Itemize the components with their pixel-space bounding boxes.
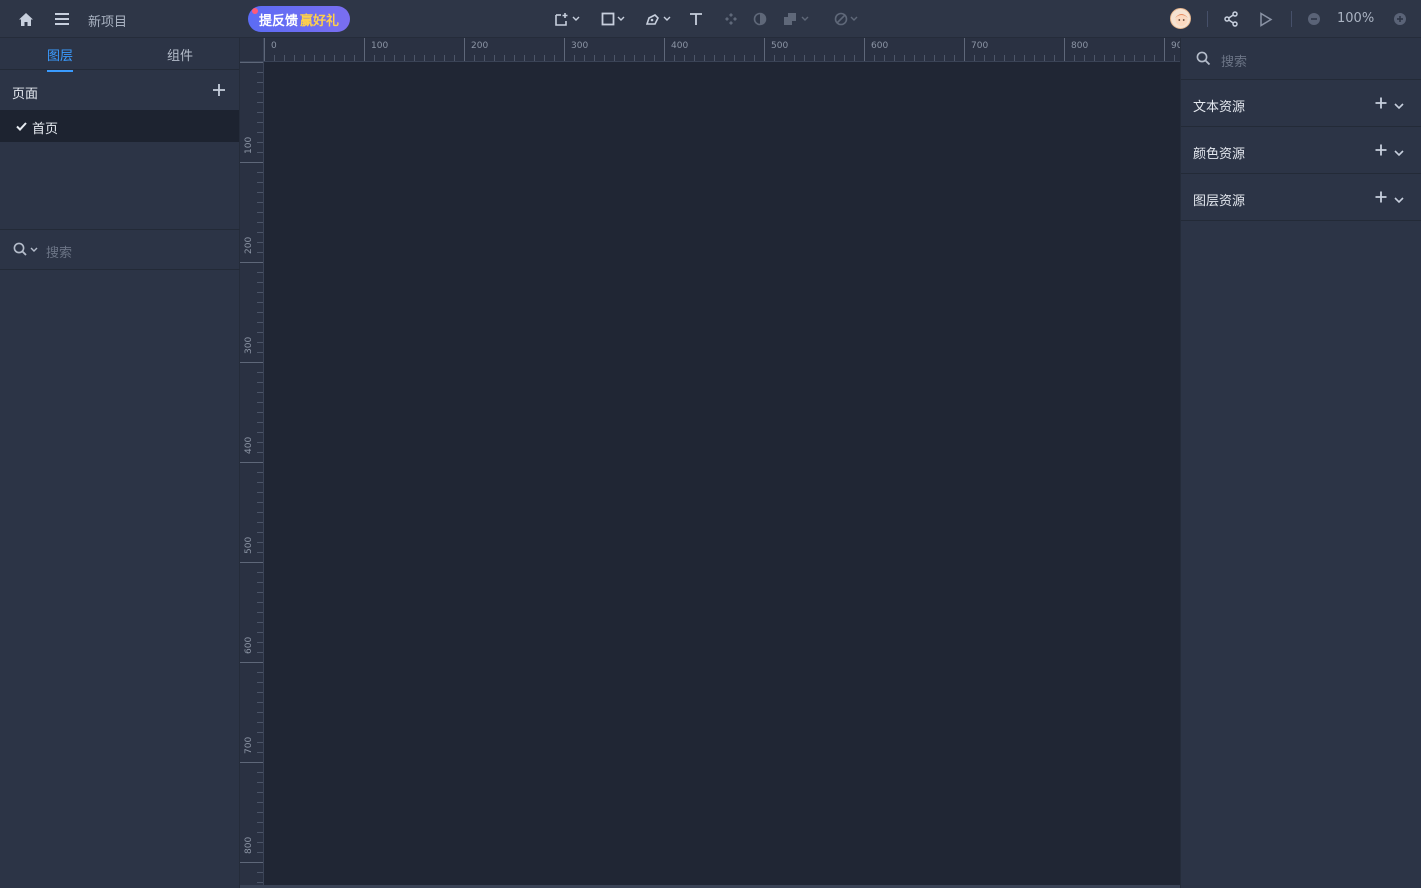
mask-tool-button[interactable] (751, 0, 769, 38)
toolbar-divider (1291, 11, 1292, 27)
resource-search[interactable]: 搜索 (1181, 38, 1421, 80)
add-icon[interactable] (1375, 97, 1387, 113)
resource-label: 文本资源 (1193, 100, 1246, 115)
chevron-down-icon[interactable] (1394, 99, 1404, 114)
text-tool-button[interactable] (687, 0, 705, 38)
chevron-down-icon (617, 16, 625, 21)
add-icon[interactable] (1375, 191, 1387, 207)
preview-button[interactable] (1257, 0, 1275, 38)
zoom-level[interactable]: 100% (1337, 11, 1374, 26)
ruler-label: 90 (1171, 41, 1180, 51)
boolean-tool-button[interactable] (780, 0, 812, 38)
artboard-icon (555, 13, 568, 26)
layers-panel: 图层 组件 页面 首页 搜索 (0, 38, 240, 888)
user-avatar[interactable] (1170, 8, 1191, 29)
ruler-label: 500 (244, 536, 254, 554)
minus-circle-icon (1308, 13, 1320, 25)
resource-label: 颜色资源 (1193, 147, 1246, 162)
shape-tool-button[interactable] (597, 0, 629, 38)
chevron-down-icon[interactable] (1394, 146, 1404, 161)
search-icon (1196, 51, 1211, 70)
notification-dot (252, 8, 258, 14)
ruler-label: 100 (244, 136, 254, 154)
component-tool-button[interactable] (722, 0, 740, 38)
text-icon (690, 13, 702, 25)
plus-circle-icon (1394, 13, 1406, 25)
design-canvas[interactable]: 0 100 200 300 400 500 600 700 800 90 100… (240, 38, 1180, 888)
ruler-corner (240, 38, 264, 62)
zoom-out-button[interactable] (1306, 0, 1322, 38)
feedback-label: 提反馈 (258, 13, 298, 29)
page-item-label: 首页 (32, 122, 59, 137)
pages-title: 页面 (12, 87, 39, 102)
project-name[interactable]: 新项目 (88, 11, 127, 30)
ruler-label: 400 (244, 436, 254, 454)
layer-search[interactable]: 搜索 (0, 230, 240, 270)
ruler-label: 700 (244, 736, 254, 754)
mask-icon (753, 12, 767, 26)
disable-tool-button[interactable] (830, 0, 862, 38)
prohibited-icon (834, 12, 848, 26)
panel-tabs: 图层 组件 (0, 38, 239, 72)
ruler-label: 200 (244, 236, 254, 254)
feedback-reward-label: 赢好礼 (300, 13, 340, 29)
vertical-ruler: 100 200 300 400 500 600 700 800 (240, 62, 264, 888)
ruler-label: 600 (871, 41, 889, 51)
ruler-label: 400 (671, 41, 689, 51)
feedback-button[interactable]: 提反馈 赢好礼 (248, 6, 350, 32)
share-button[interactable] (1222, 0, 1240, 38)
chevron-down-icon (801, 16, 809, 21)
resources-panel: 搜索 文本资源 颜色资源 图层资源 (1180, 38, 1421, 888)
ruler-label: 500 (771, 41, 789, 51)
zoom-in-button[interactable] (1392, 0, 1408, 38)
tab-components[interactable]: 组件 (167, 45, 193, 64)
ruler-label: 700 (971, 41, 989, 51)
menu-icon[interactable] (53, 0, 71, 38)
resource-search-input[interactable]: 搜索 (1221, 51, 1247, 70)
search-icon[interactable] (13, 242, 39, 260)
ruler-label: 300 (244, 336, 254, 354)
chevron-down-icon (572, 16, 580, 21)
resource-row-color[interactable]: 颜色资源 (1181, 127, 1421, 174)
horizontal-ruler: 0 100 200 300 400 500 600 700 800 90 (264, 38, 1180, 62)
app-window: 新项目 提反馈 赢好礼 100% 图层 组件 页面 首页 搜索 0 100 20… (0, 0, 1421, 888)
top-toolbar: 新项目 提反馈 赢好礼 100% (0, 0, 1421, 38)
pen-tool-button[interactable] (642, 0, 674, 38)
ruler-label: 200 (471, 41, 489, 51)
resource-row-layer[interactable]: 图层资源 (1181, 174, 1421, 221)
boolean-icon (784, 13, 796, 25)
component-icon (725, 13, 737, 25)
page-item-home[interactable]: 首页 (0, 110, 239, 142)
ruler-label: 800 (1071, 41, 1089, 51)
play-icon (1260, 11, 1273, 27)
rectangle-icon (601, 12, 615, 26)
artboard-tool-button[interactable] (551, 0, 583, 38)
toolbar-divider (1207, 11, 1208, 27)
chevron-down-icon (663, 16, 671, 21)
resource-row-text[interactable]: 文本资源 (1181, 80, 1421, 127)
ruler-label: 100 (371, 41, 389, 51)
ruler-label: 600 (244, 636, 254, 654)
layer-search-input[interactable]: 搜索 (46, 242, 72, 261)
ruler-label: 300 (571, 41, 589, 51)
chevron-down-icon[interactable] (1394, 193, 1404, 208)
share-icon (1224, 11, 1238, 27)
ruler-label: 0 (271, 41, 277, 51)
resource-label: 图层资源 (1193, 194, 1246, 209)
chevron-down-icon (850, 16, 858, 21)
home-icon[interactable] (16, 0, 36, 38)
add-page-icon[interactable] (211, 82, 227, 98)
tab-layers[interactable]: 图层 (47, 45, 74, 72)
ruler-label: 800 (244, 836, 254, 854)
check-icon (16, 120, 27, 135)
pen-icon (645, 14, 659, 25)
pages-header: 页面 (0, 70, 239, 110)
add-icon[interactable] (1375, 144, 1387, 160)
